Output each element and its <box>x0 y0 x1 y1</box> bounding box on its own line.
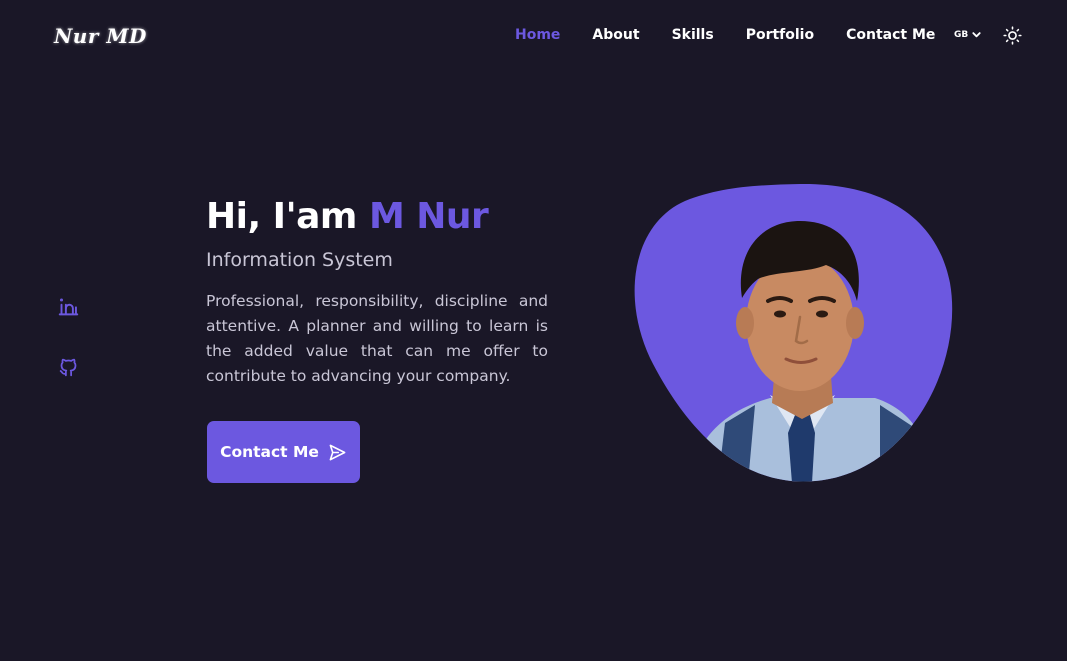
hero-greeting: Hi, I'am <box>206 196 369 237</box>
hero-name: M Nur <box>368 196 489 237</box>
chevron-down-icon <box>972 32 981 38</box>
hero-title: Hi, I'am M Nur <box>206 196 489 237</box>
hero-description: Professional, responsibility, discipline… <box>206 292 548 385</box>
nav-contact[interactable]: Contact Me <box>846 27 935 43</box>
linkedin-icon[interactable] <box>58 296 79 317</box>
nav-home[interactable]: Home <box>515 27 560 43</box>
github-icon[interactable] <box>58 357 79 378</box>
language-code: GB <box>954 29 969 40</box>
hero-subtitle: Information System <box>206 249 393 271</box>
nav-skills[interactable]: Skills <box>672 27 714 43</box>
nav-about[interactable]: About <box>592 27 639 43</box>
contact-me-button[interactable]: Contact Me <box>207 421 360 483</box>
profile-avatar <box>634 183 953 482</box>
language-selector[interactable]: GB <box>954 29 982 40</box>
contact-me-label: Contact Me <box>220 443 319 461</box>
sun-icon[interactable] <box>1003 26 1022 45</box>
nav-portfolio[interactable]: Portfolio <box>746 27 814 43</box>
logo[interactable]: Nur MD <box>54 24 147 48</box>
send-icon <box>329 444 346 460</box>
main-nav: Home About Skills Portfolio Contact Me <box>515 27 935 43</box>
